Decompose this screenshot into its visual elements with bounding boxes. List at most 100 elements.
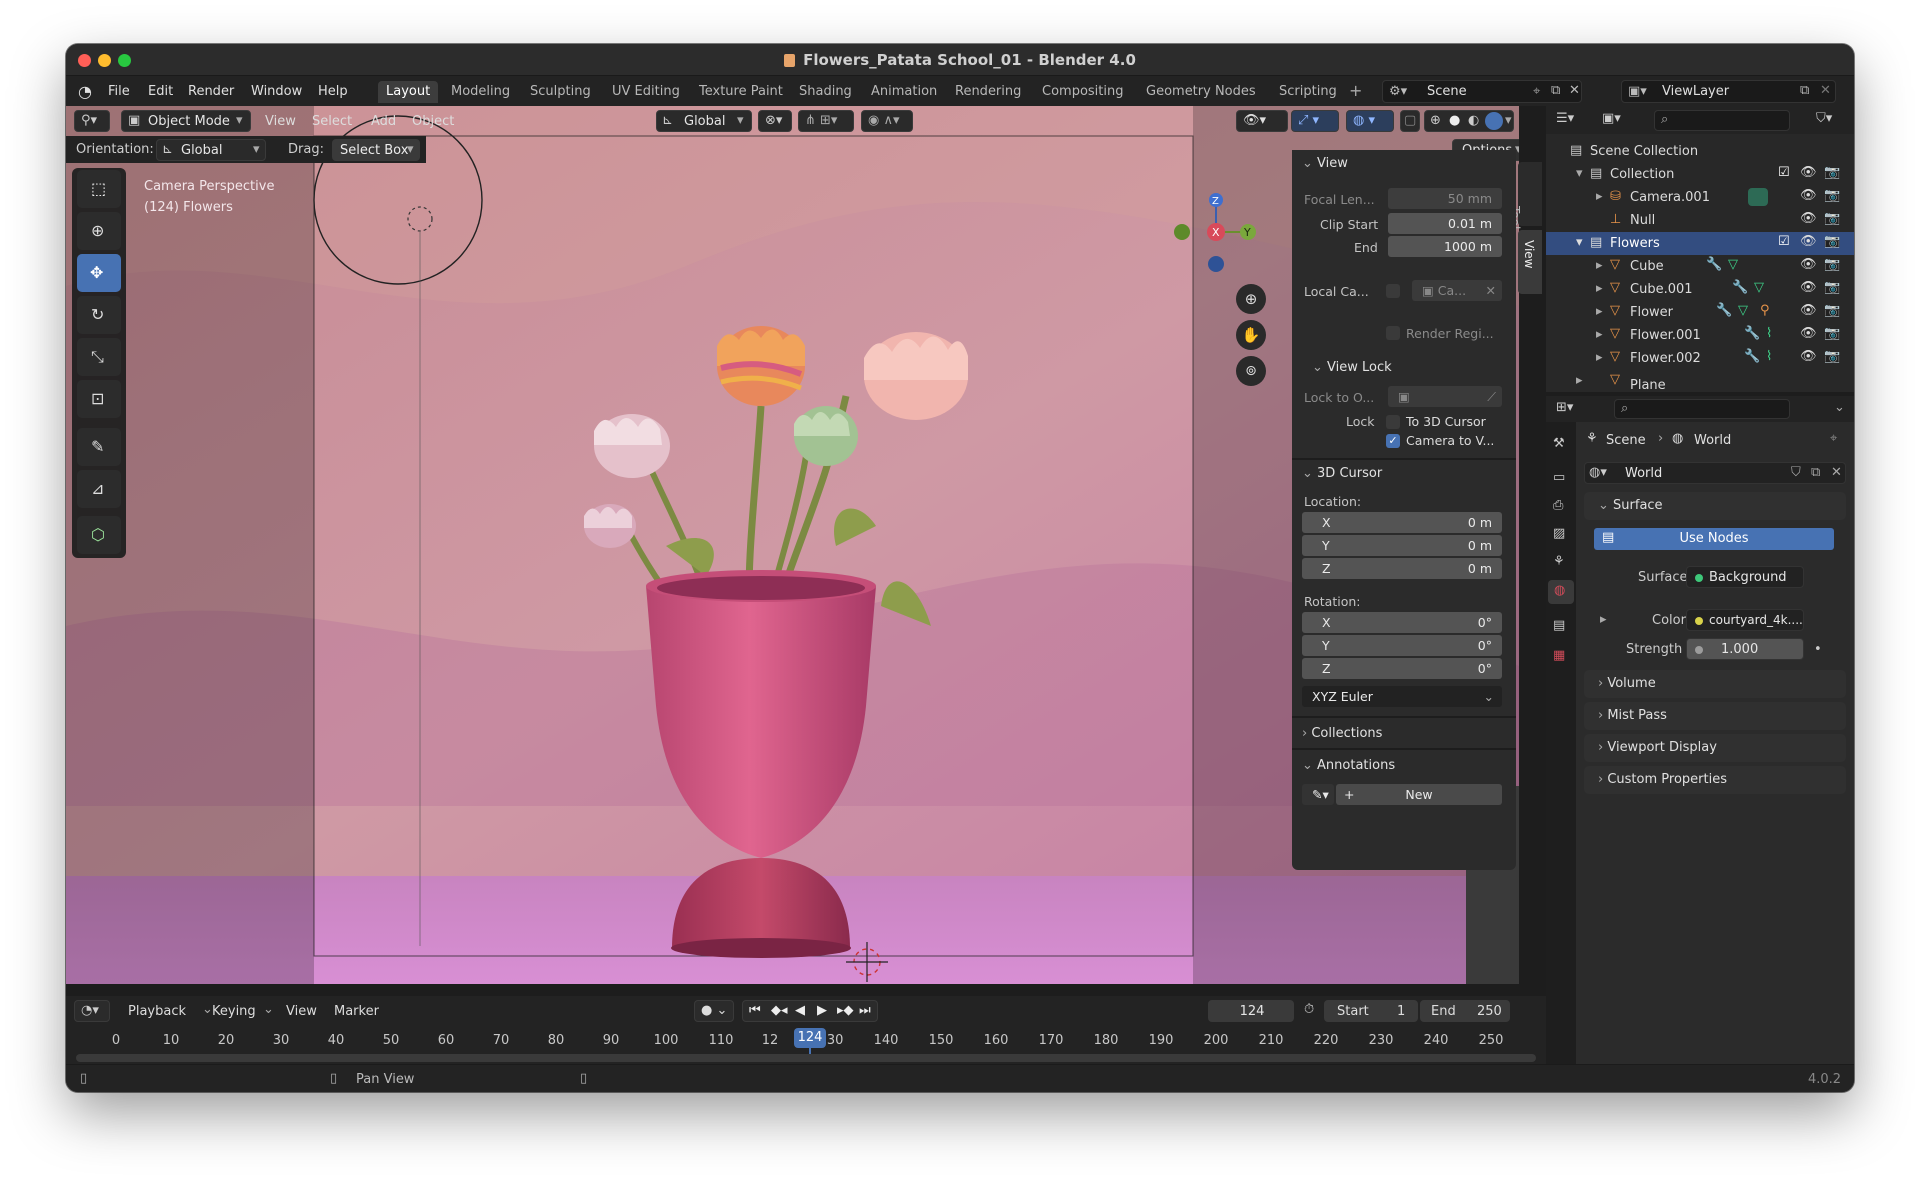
outliner-row[interactable]: ▸ ⛁ Camera.001 👁 📷 — [1546, 186, 1854, 209]
timeline-scrollbar[interactable] — [76, 1054, 1536, 1062]
transform-tool[interactable]: ⊡ — [77, 380, 121, 418]
delete-view-layer-icon[interactable]: ✕ — [1820, 83, 1831, 98]
eyedropper-icon[interactable]: ⟋ — [1487, 389, 1496, 405]
view-layer-tab-icon[interactable]: ▨ — [1553, 526, 1565, 541]
camera-render-icon[interactable]: 📷 — [1824, 165, 1840, 180]
select-box-tool[interactable]: ⬚ — [77, 170, 121, 208]
eye-icon[interactable]: 👁 — [1800, 280, 1817, 295]
pan-view-icon[interactable]: ✋ — [1236, 320, 1266, 350]
outliner-row[interactable]: ▸ ▽ Plane — [1546, 370, 1854, 390]
camera-data-icon[interactable] — [1748, 188, 1768, 206]
outliner-row[interactable]: ▸ ▽ Cube 🔧 ▽ 👁 📷 — [1546, 255, 1854, 278]
use-nodes-button[interactable]: ▤ Use Nodes — [1594, 528, 1834, 550]
local-camera-field[interactable]: ▣ Ca... ✕ — [1412, 280, 1502, 301]
outliner-row-selected[interactable]: ▾ ▤ Flowers ☑ 👁 📷 — [1546, 232, 1854, 255]
tab-layout[interactable]: Layout — [378, 81, 439, 103]
outliner-row[interactable]: ▸ ▽ Flower 🔧 ▽ ⚲ 👁 📷 — [1546, 301, 1854, 324]
editor-type-button[interactable]: ⚲▾ — [74, 110, 110, 132]
lock-to-object-field[interactable]: ▣ ⟋ — [1388, 386, 1502, 407]
3d-cursor-header[interactable]: ⌄ 3D Cursor — [1292, 460, 1516, 488]
duplicate-icon[interactable]: ⧉ — [1811, 465, 1820, 480]
keyframe-dot-icon[interactable]: • — [1814, 642, 1822, 657]
particles-icon[interactable]: ⚲ — [1760, 303, 1770, 318]
tab-animation[interactable]: Animation — [863, 81, 945, 103]
menu-view[interactable]: View — [265, 114, 296, 129]
volume-panel-header[interactable]: › Volume — [1584, 670, 1846, 698]
new-annotation-button[interactable]: + New — [1336, 784, 1502, 805]
camera-render-icon[interactable]: 📷 — [1824, 257, 1840, 272]
location-z-field[interactable]: Z0 m — [1302, 558, 1502, 579]
navigation-gizmo[interactable]: X Y Z — [1166, 182, 1266, 282]
menu-render[interactable]: Render — [188, 84, 234, 99]
camera-render-icon[interactable]: 📷 — [1824, 303, 1840, 318]
playhead-indicator[interactable]: 124 — [794, 1028, 826, 1048]
modifier-icon[interactable]: 🔧 — [1732, 280, 1748, 295]
mesh-data-icon[interactable]: ⌇ — [1766, 326, 1772, 341]
modifier-icon[interactable]: 🔧 — [1744, 349, 1760, 364]
eye-icon[interactable]: 👁 — [1800, 349, 1817, 364]
sidebar-tab-view[interactable]: View — [1518, 230, 1542, 294]
eye-icon[interactable]: 👁 — [1800, 326, 1817, 341]
eye-icon[interactable]: 👁 — [1800, 165, 1817, 180]
exclude-checkbox-icon[interactable]: ☑ — [1778, 234, 1790, 249]
rotation-y-field[interactable]: Y 0° — [1302, 635, 1502, 656]
outliner-row[interactable]: ▤ Scene Collection — [1546, 140, 1854, 163]
camera-render-icon[interactable]: 📷 — [1824, 234, 1840, 249]
fake-user-icon[interactable]: ⛉ — [1791, 465, 1801, 480]
properties-editor-icon[interactable]: ⊞▾ — [1556, 400, 1573, 415]
snap-button[interactable]: ⋔ ⊞▾ — [798, 110, 854, 132]
mesh-data-icon[interactable]: ▽ — [1728, 257, 1738, 272]
camera-render-icon[interactable]: 📷 — [1824, 188, 1840, 203]
menu-file[interactable]: File — [108, 84, 130, 99]
clip-end-field[interactable]: 1000 m — [1388, 236, 1502, 257]
exclude-checkbox-icon[interactable]: ☑ — [1778, 165, 1790, 180]
outliner-editor-icon[interactable]: ☰▾ — [1556, 111, 1574, 126]
outliner-row[interactable]: ▸ ▽ Flower.001 🔧 ⌇ 👁 📷 — [1546, 324, 1854, 347]
eye-icon[interactable]: 👁 — [1800, 257, 1817, 272]
proportional-edit-button[interactable]: ◉ ∧▾ — [861, 110, 913, 132]
view-lock-header[interactable]: ⌄ View Lock — [1292, 354, 1516, 382]
wireframe-shading-icon[interactable]: ⊕ — [1430, 113, 1441, 128]
chevron-right-icon[interactable]: ▸ — [1600, 612, 1607, 627]
camera-to-view-checkbox[interactable]: ✓ — [1386, 434, 1400, 448]
tab-compositing[interactable]: Compositing — [1034, 81, 1132, 103]
move-tool[interactable]: ✥ — [77, 254, 121, 292]
focal-length-field[interactable]: 50 mm — [1388, 188, 1502, 209]
output-tab-icon[interactable]: ⎙ — [1553, 498, 1563, 513]
outliner-search-input[interactable]: ⌕ — [1654, 110, 1790, 131]
rendered-shading-icon[interactable] — [1485, 112, 1503, 130]
shading-modes[interactable]: ⊕ ● ◐ ▾ — [1424, 110, 1514, 132]
mesh-data-icon[interactable]: ▽ — [1754, 280, 1764, 295]
new-view-layer-icon[interactable]: ⧉ — [1800, 83, 1809, 98]
texture-tab-icon[interactable]: ▦ — [1553, 648, 1565, 663]
camera-render-icon[interactable]: 📷 — [1824, 326, 1840, 341]
eye-icon[interactable]: 👁 — [1800, 234, 1817, 249]
custom-properties-panel-header[interactable]: › Custom Properties — [1584, 766, 1846, 794]
view-layer-selector[interactable]: ▣▾ ViewLayer ⧉ ✕ — [1621, 80, 1836, 103]
mist-pass-panel-header[interactable]: › Mist Pass — [1584, 702, 1846, 730]
modifier-icon[interactable]: 🔧 — [1706, 257, 1722, 272]
annotation-layer-dropdown[interactable]: ✎▾ — [1302, 784, 1334, 805]
orientation-dropdown[interactable]: ⊾ Global ▾ — [156, 139, 266, 161]
delete-scene-icon[interactable]: ✕ — [1569, 83, 1580, 98]
scene-tab-icon[interactable]: ⚘ — [1553, 554, 1565, 569]
surface-panel-header[interactable]: ⌄ Surface — [1584, 492, 1846, 520]
color-input-field[interactable]: courtyard_4k.... — [1686, 609, 1804, 631]
strength-field[interactable]: 1.000 — [1686, 638, 1804, 660]
tab-uv-editing[interactable]: UV Editing — [604, 81, 688, 103]
eye-icon[interactable]: 👁 — [1800, 211, 1817, 226]
clear-icon[interactable]: ✕ — [1486, 283, 1496, 298]
world-datablock-selector[interactable]: ◍▾ World ⛉ ⧉ ✕ — [1584, 462, 1846, 484]
menu-add[interactable]: Add — [371, 114, 396, 129]
visibility-button[interactable]: 👁▾ — [1236, 110, 1288, 132]
mesh-data-icon[interactable]: ▽ — [1738, 303, 1748, 318]
pin-icon[interactable]: ⌖ — [1830, 431, 1837, 446]
annotate-tool[interactable]: ✎ — [77, 428, 121, 466]
scale-tool[interactable]: ⤡ — [77, 338, 121, 376]
add-workspace-icon[interactable]: + — [1349, 81, 1362, 100]
tab-texture-paint[interactable]: Texture Paint — [691, 81, 791, 103]
location-y-field[interactable]: Y0 m — [1302, 535, 1502, 556]
zoom-view-icon[interactable]: ⊕ — [1236, 284, 1266, 314]
mesh-data-icon[interactable]: ⌇ — [1766, 349, 1772, 364]
filter-icon[interactable]: ⛉▾ — [1816, 111, 1832, 126]
